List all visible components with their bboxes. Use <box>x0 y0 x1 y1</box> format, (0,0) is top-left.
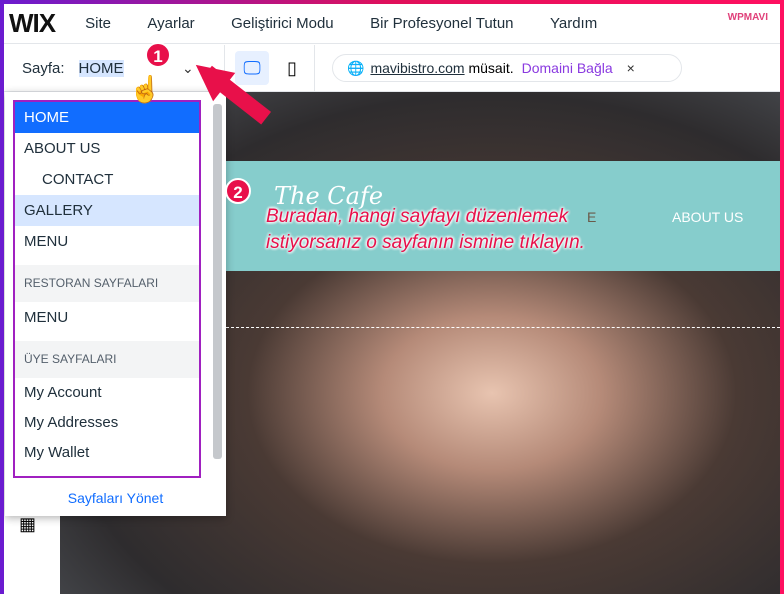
page-item-home[interactable]: HOME <box>15 102 199 133</box>
section-restaurant-pages: RESTORAN SAYFALARI <box>15 265 199 302</box>
divider <box>314 45 315 92</box>
desktop-view-icon[interactable]: 🖵 <box>235 51 269 85</box>
menu-hire-pro[interactable]: Bir Profesyonel Tutun <box>370 15 513 32</box>
page-item-my-addresses[interactable]: My Addresses <box>15 408 199 438</box>
domain-banner: 🌐 mavibistro.com müsait. Domaini Bağla × <box>332 54 682 82</box>
globe-icon: 🌐 <box>347 59 365 76</box>
section-divider <box>226 327 780 328</box>
callout-line-1: Buradan, hangi sayfayı düzenlemek <box>266 206 569 227</box>
close-icon[interactable]: × <box>627 60 635 76</box>
page-selector[interactable]: HOME <box>78 59 124 77</box>
watermark: WPMAVI <box>727 12 768 23</box>
domain-status: müsait. <box>468 60 514 76</box>
annotation-callout: Buradan, hangi sayfayı düzenlemek istiyo… <box>266 204 585 256</box>
annotation-badge-1: 1 <box>145 42 171 68</box>
pages-dropdown: HOME ABOUT US CONTACT GALLERY MENU RESTO… <box>5 92 226 516</box>
calendar-icon[interactable]: ▦ <box>19 514 36 535</box>
top-menu-bar: WIX Site Ayarlar Geliştirici Modu Bir Pr… <box>4 4 780 44</box>
pages-list: HOME ABOUT US CONTACT GALLERY MENU RESTO… <box>13 100 201 478</box>
domain-name[interactable]: mavibistro.com <box>370 60 464 76</box>
connect-domain-link[interactable]: Domaini Bağla <box>522 60 613 76</box>
wix-logo: WIX <box>9 8 56 38</box>
menu-settings[interactable]: Ayarlar <box>147 15 194 32</box>
section-member-pages: ÜYE SAYFALARI <box>15 341 199 378</box>
page-item-my-account[interactable]: My Account <box>15 378 199 408</box>
page-item-gallery[interactable]: GALLERY <box>15 195 199 226</box>
site-nav-partial: E <box>587 209 597 225</box>
hand-cursor-icon: ☝ <box>129 74 162 104</box>
scrollbar[interactable] <box>213 104 222 459</box>
page-label: Sayfa: <box>22 59 65 77</box>
mobile-view-icon[interactable]: ▯ <box>282 51 302 85</box>
page-item-about[interactable]: ABOUT US <box>15 133 199 164</box>
callout-line-2: istiyorsanız o sayfanın ismine tıklayın. <box>266 232 585 253</box>
manage-pages-link[interactable]: Sayfaları Yönet <box>5 490 226 506</box>
page-bar: Sayfa: HOME ⌄ 🖵 ▯ 🌐 mavibistro.com müsai… <box>4 45 780 92</box>
page-item-contact[interactable]: CONTACT <box>15 164 199 195</box>
site-nav-about[interactable]: ABOUT US <box>672 209 743 225</box>
page-item-menu[interactable]: MENU <box>15 226 199 257</box>
page-item-restaurant-menu[interactable]: MENU <box>15 302 199 333</box>
menu-site[interactable]: Site <box>85 15 111 32</box>
menu-help[interactable]: Yardım <box>550 15 597 32</box>
wix-editor: WIX Site Ayarlar Geliştirici Modu Bir Pr… <box>4 4 780 594</box>
annotation-badge-2: 2 <box>225 178 251 204</box>
page-item-my-wallet[interactable]: My Wallet <box>15 438 199 468</box>
menu-dev-mode[interactable]: Geliştirici Modu <box>231 15 334 32</box>
